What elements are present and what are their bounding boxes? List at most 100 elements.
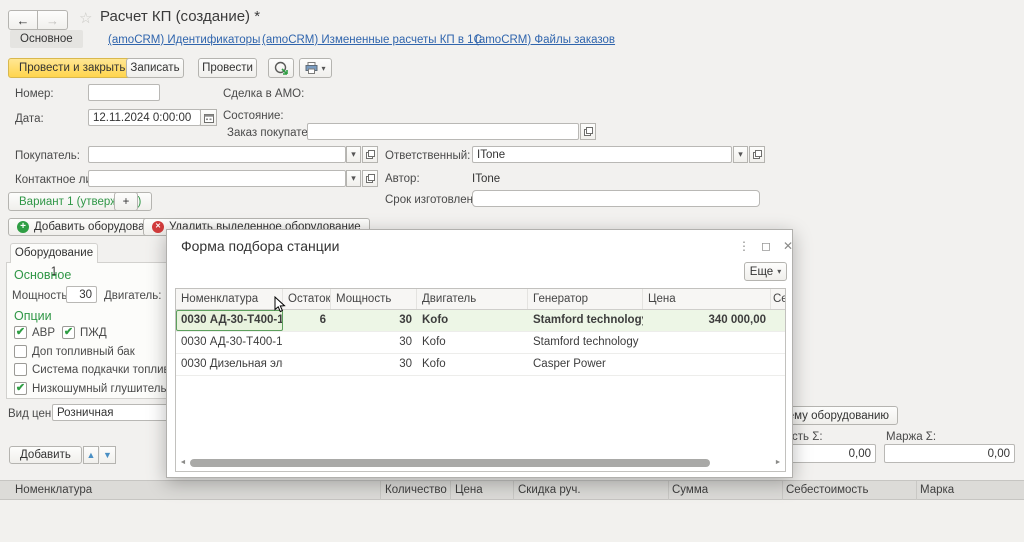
- section-main-heading: Основное: [14, 268, 72, 282]
- cell-power: 30: [399, 358, 412, 370]
- col-cost: Себестоимость: [786, 484, 869, 496]
- link-amocrm-changed-calcs[interactable]: (amoCRM) Измененные расчеты КП в 1С: [262, 34, 482, 46]
- lead-time-field[interactable]: [472, 190, 760, 207]
- column-divider[interactable]: [380, 481, 381, 501]
- customer-order-open-button[interactable]: [580, 123, 596, 140]
- column-divider[interactable]: [916, 481, 917, 501]
- link-amocrm-order-files[interactable]: (amoCRM) Файлы заказов: [475, 34, 615, 46]
- dialog-menu-icon[interactable]: ⋮: [735, 239, 753, 253]
- create-based-on-button[interactable]: [268, 58, 294, 78]
- app-window: ← → ☆ Расчет КП (создание) * Основное (a…: [0, 0, 1024, 542]
- checkbox-fuel-pump-system[interactable]: [14, 363, 27, 376]
- dialog-maximize-icon[interactable]: ◻: [757, 239, 775, 253]
- more-button-label: Еще: [749, 265, 774, 278]
- station-table-header: Номенклатура Остаток Мощность Двигатель …: [176, 289, 785, 310]
- cell-engine: Kofo: [422, 358, 446, 370]
- nav-back-button[interactable]: ←: [8, 10, 38, 30]
- cell-nomenclature: 0030 АД-30-Т400-1Р...: [181, 336, 283, 348]
- col-generator[interactable]: Генератор: [528, 289, 643, 309]
- favorite-star-icon[interactable]: ☆: [79, 9, 92, 27]
- customer-order-field[interactable]: [307, 123, 579, 140]
- chevron-down-icon: ▾: [738, 149, 743, 159]
- col-price[interactable]: Цена: [643, 289, 771, 309]
- checkbox-extra-fuel-tank-label[interactable]: Доп топливный бак: [32, 346, 135, 358]
- arrow-down-icon: ▼: [103, 450, 112, 460]
- add-item-button[interactable]: Добавить: [9, 446, 82, 464]
- tab-equipment-1[interactable]: Оборудование 1: [10, 243, 98, 278]
- power-field[interactable]: 30: [66, 286, 97, 303]
- table-row[interactable]: 0030 АД-30-Т400-1Р... 30 Kofo Stamford t…: [176, 332, 785, 354]
- checkbox-low-noise-muffler[interactable]: ✔: [14, 382, 27, 395]
- cell-engine: Kofo: [422, 336, 446, 348]
- nav-forward-button[interactable]: →: [38, 10, 68, 30]
- buyer-dropdown-button[interactable]: ▾: [346, 146, 361, 163]
- contact-open-button[interactable]: [362, 170, 378, 187]
- scroll-left-icon[interactable]: ◄: [178, 459, 188, 466]
- more-button[interactable]: Еще ▾: [744, 262, 787, 281]
- responsible-dropdown-button[interactable]: ▾: [733, 146, 748, 163]
- contact-field[interactable]: [88, 170, 346, 187]
- page-title: Расчет КП (создание) *: [100, 8, 261, 25]
- date-picker-button[interactable]: [200, 109, 217, 126]
- move-down-button[interactable]: ▼: [100, 446, 116, 464]
- col-brand: Марка: [920, 484, 955, 496]
- responsible-field[interactable]: ITone: [472, 146, 732, 163]
- table-row[interactable]: 0030 АД-30-Т400-1Р… 6 30 Kofo Stamford t…: [176, 310, 785, 332]
- table-row[interactable]: 0030 Дизельная эле... 30 Kofo Casper Pow…: [176, 354, 785, 376]
- cell-price: 340 000,00: [708, 314, 766, 326]
- scroll-right-icon[interactable]: ►: [773, 459, 783, 466]
- col-nomenclature[interactable]: Номенклатура: [176, 289, 283, 309]
- buyer-open-button[interactable]: [362, 146, 378, 163]
- column-divider[interactable]: [513, 481, 514, 501]
- checkbox-low-noise-muffler-label[interactable]: Низкошумный глушитель: [32, 383, 166, 395]
- post-button[interactable]: Провести: [198, 58, 257, 78]
- checkbox-avr[interactable]: ✔: [14, 326, 27, 339]
- responsible-label: Ответственный:: [385, 150, 471, 162]
- contact-dropdown-button[interactable]: ▾: [346, 170, 361, 187]
- col-cost[interactable]: Себ: [771, 289, 785, 309]
- checkbox-avr-label[interactable]: АВР: [32, 327, 55, 339]
- author-label: Автор:: [385, 173, 420, 185]
- checkbox-pzhd[interactable]: ✔: [62, 326, 75, 339]
- checkbox-fuel-pump-system-label[interactable]: Система подкачки топлива: [32, 364, 176, 376]
- margin-sum-label: Маржа Σ:: [886, 431, 937, 443]
- move-up-button[interactable]: ▲: [83, 446, 99, 464]
- mouse-cursor: [274, 296, 286, 313]
- col-price: Цена: [455, 484, 483, 496]
- col-engine[interactable]: Двигатель: [417, 289, 528, 309]
- buyer-field[interactable]: [88, 146, 346, 163]
- print-button[interactable]: ▾: [299, 58, 332, 78]
- number-label: Номер:: [15, 88, 54, 100]
- number-field[interactable]: [88, 84, 160, 101]
- price-type-field[interactable]: Розничная: [52, 404, 177, 421]
- link-amocrm-identifiers[interactable]: (amoCRM) Идентификаторы: [108, 34, 260, 46]
- plus-icon: +: [122, 195, 130, 208]
- col-stock[interactable]: Остаток: [283, 289, 331, 309]
- column-divider[interactable]: [782, 481, 783, 501]
- more-caret-icon: ▾: [777, 267, 782, 276]
- margin-sum-field: 0,00: [884, 444, 1015, 463]
- add-variant-button[interactable]: +: [114, 192, 138, 211]
- scrollbar-thumb[interactable]: [190, 458, 710, 467]
- column-divider[interactable]: [668, 481, 669, 501]
- cell-engine: Kofo: [422, 314, 449, 326]
- horizontal-scrollbar[interactable]: ◄ ►: [178, 456, 783, 469]
- col-power[interactable]: Мощность: [331, 289, 417, 309]
- cell-nomenclature: 0030 АД-30-Т400-1Р…: [176, 310, 283, 331]
- checkbox-extra-fuel-tank[interactable]: [14, 345, 27, 358]
- add-circle-icon: +: [17, 221, 29, 233]
- buyer-label: Покупатель:: [15, 150, 80, 162]
- post-and-close-button[interactable]: Провести и закрыть: [8, 58, 137, 78]
- print-dropdown-caret-icon: ▾: [321, 63, 326, 73]
- calendar-icon: [203, 113, 214, 123]
- responsible-open-button[interactable]: [749, 146, 765, 163]
- column-divider[interactable]: [450, 481, 451, 501]
- save-button[interactable]: Записать: [126, 58, 184, 78]
- cell-power: 30: [399, 314, 412, 326]
- checkbox-pzhd-label[interactable]: ПЖД: [80, 327, 107, 339]
- date-field[interactable]: 12.11.2024 0:00:00: [88, 109, 201, 126]
- tab-main[interactable]: Основное: [10, 30, 83, 48]
- dialog-close-icon[interactable]: ✕: [779, 239, 797, 253]
- state-label: Состояние:: [223, 110, 284, 122]
- items-table-body[interactable]: [0, 500, 1024, 542]
